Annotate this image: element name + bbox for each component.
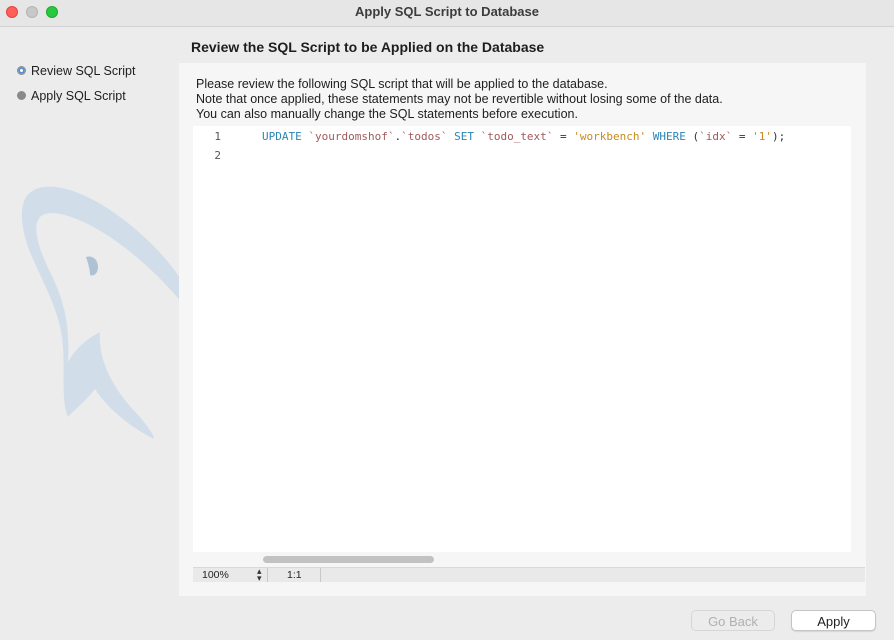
- line-number: 1: [214, 130, 221, 143]
- sql-token: =: [732, 130, 753, 143]
- sql-token: 'workbench': [573, 130, 647, 143]
- sql-token: '1': [752, 130, 773, 143]
- sql-token: SET: [454, 130, 474, 143]
- title-bar: Apply SQL Script to Database: [0, 0, 894, 27]
- editor-status-bar: 100% ▴ ▾ 1:1: [193, 567, 865, 583]
- step-review-sql-script[interactable]: Review SQL Script: [17, 64, 135, 78]
- mysql-dolphin-watermark-icon: [21, 186, 185, 439]
- window-title: Apply SQL Script to Database: [355, 4, 539, 19]
- sql-token: `todo_text`: [480, 130, 554, 143]
- step-label: Apply SQL Script: [31, 89, 126, 103]
- cursor-position: 1:1: [287, 569, 302, 581]
- inactive-step-indicator-icon: [17, 91, 26, 101]
- code-line[interactable]: UPDATE `yourdomshof`.`todos` SET `todo_t…: [262, 130, 785, 143]
- wizard-steps-sidebar: Review SQL Script Apply SQL Script: [0, 27, 185, 627]
- horizontal-scrollbar-thumb[interactable]: [263, 556, 434, 563]
- instruction-line: You can also manually change the SQL sta…: [196, 107, 578, 121]
- apply-button[interactable]: Apply: [791, 610, 876, 631]
- active-step-indicator-icon: [17, 66, 26, 76]
- zoom-level[interactable]: 100%: [202, 569, 229, 581]
- instructions-text: Please review the following SQL script t…: [196, 77, 723, 122]
- sql-token: `idx`: [699, 130, 733, 143]
- sql-token: (: [685, 130, 700, 143]
- sql-token: `todos`: [401, 130, 448, 143]
- sql-token: =: [553, 130, 574, 143]
- go-back-button[interactable]: Go Back: [691, 610, 775, 631]
- sql-token: WHERE: [652, 130, 686, 143]
- sql-token: `yourdomshof`: [308, 130, 395, 143]
- instruction-line: Note that once applied, these statements…: [196, 92, 723, 106]
- step-apply-sql-script[interactable]: Apply SQL Script: [17, 89, 126, 103]
- instruction-line: Please review the following SQL script t…: [196, 77, 608, 91]
- horizontal-scrollbar[interactable]: [263, 554, 851, 564]
- sql-token: UPDATE: [262, 130, 302, 143]
- line-number: 2: [214, 149, 221, 162]
- sql-editor[interactable]: 1 2 UPDATE `yourdomshof`.`todos` SET `to…: [193, 126, 851, 552]
- status-divider: [267, 568, 268, 582]
- sql-token: );: [772, 130, 786, 143]
- page-title: Review the SQL Script to be Applied on t…: [191, 39, 545, 55]
- step-label: Review SQL Script: [31, 64, 136, 78]
- zoom-stepper-icon[interactable]: ▴ ▾: [257, 567, 262, 583]
- status-divider: [320, 568, 321, 582]
